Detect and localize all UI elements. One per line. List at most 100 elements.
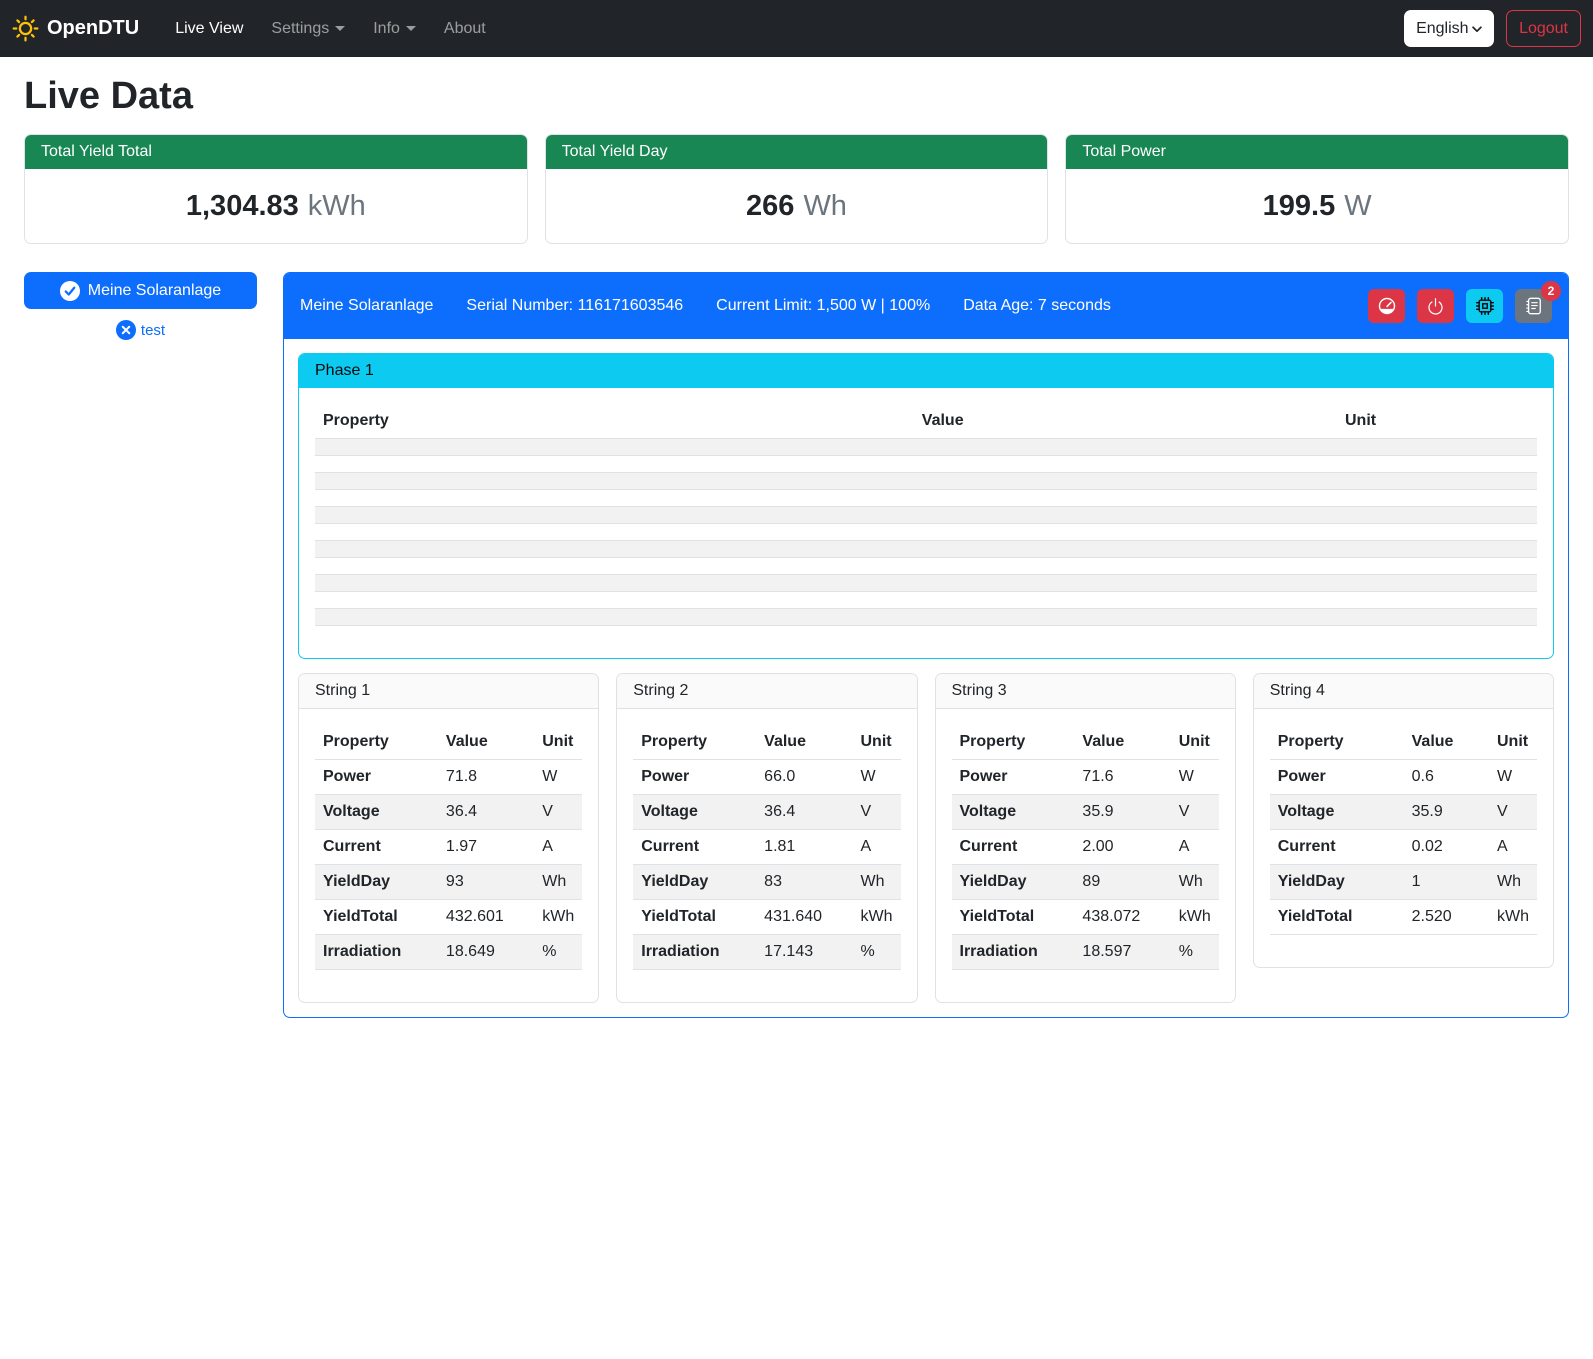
value-cell: 35.9 xyxy=(1074,795,1170,830)
table-row: Voltage 36.4 V xyxy=(633,795,900,830)
unit-cell: % xyxy=(534,935,582,970)
table-header-row: Property Value Unit xyxy=(315,404,1537,439)
unit-cell: A xyxy=(1489,830,1537,865)
logout-button[interactable]: Logout xyxy=(1506,10,1581,47)
value-cell xyxy=(914,507,1337,524)
table-row: YieldTotal 2.520 kWh xyxy=(1270,900,1537,935)
chevron-down-icon xyxy=(1470,22,1484,36)
string-table: Property Value Unit xyxy=(952,725,1219,970)
value-cell xyxy=(914,524,1337,541)
property-cell: Voltage xyxy=(633,795,756,830)
value-cell: 89 xyxy=(1074,865,1170,900)
language-select[interactable]: English xyxy=(1404,10,1494,47)
table-row: Voltage 35.9 V xyxy=(1270,795,1537,830)
property-cell: Current xyxy=(1270,830,1404,865)
value-cell xyxy=(914,592,1337,609)
unit-cell: W xyxy=(1171,760,1219,795)
table-row: YieldDay 89 Wh xyxy=(952,865,1219,900)
summary-card-title: Total Yield Total xyxy=(25,135,527,169)
property-cell: Power xyxy=(1270,760,1404,795)
unit-cell: A xyxy=(853,830,901,865)
table-header-row: Property Value Unit xyxy=(1270,725,1537,760)
column-header-unit: Unit xyxy=(534,725,582,760)
limit-settings-button[interactable] xyxy=(1368,289,1405,323)
summary-card-title: Total Yield Day xyxy=(546,135,1048,169)
summary-card-body: 1,304.83 kWh xyxy=(25,169,527,243)
unit-cell: Wh xyxy=(534,865,582,900)
property-cell xyxy=(315,592,914,609)
summary-card: Total Yield Day 266 Wh xyxy=(545,134,1049,244)
summary-card-title: Total Power xyxy=(1066,135,1568,169)
value-cell: 431.640 xyxy=(756,900,852,935)
sidebar-item-unselected-inverter[interactable]: test xyxy=(24,320,257,340)
unit-cell: % xyxy=(853,935,901,970)
value-cell: 18.597 xyxy=(1074,935,1170,970)
string-card: String 1 Property Value Unit xyxy=(298,673,599,1003)
property-cell xyxy=(315,456,914,473)
nav-item-info[interactable]: Info xyxy=(359,12,430,46)
unit-cell: A xyxy=(1171,830,1219,865)
device-info-button[interactable] xyxy=(1466,289,1503,323)
unit-cell: kWh xyxy=(1489,900,1537,935)
string-card: String 2 Property Value Unit xyxy=(616,673,917,1003)
nav-item-about[interactable]: About xyxy=(430,12,500,46)
value-cell xyxy=(914,439,1337,456)
column-header-unit: Unit xyxy=(1337,404,1537,439)
value-cell: 438.072 xyxy=(1074,900,1170,935)
event-log-button[interactable]: 2 xyxy=(1515,289,1552,323)
brand-label: OpenDTU xyxy=(47,17,139,40)
property-cell: YieldDay xyxy=(315,865,438,900)
table-row: Current 1.81 A xyxy=(633,830,900,865)
unit-cell xyxy=(1337,456,1537,473)
property-cell xyxy=(315,541,914,558)
unit-cell xyxy=(1337,490,1537,507)
unit-cell xyxy=(1337,473,1537,490)
nav-item-settings[interactable]: Settings xyxy=(257,12,359,46)
property-cell: Irradiation xyxy=(315,935,438,970)
value-cell: 36.4 xyxy=(438,795,534,830)
unit-cell xyxy=(1337,507,1537,524)
sidebar-selected-label: Meine Solaranlage xyxy=(88,282,221,300)
power-button[interactable] xyxy=(1417,289,1454,323)
column-header-property: Property xyxy=(952,725,1075,760)
table-row xyxy=(315,507,1537,524)
brand[interactable]: OpenDTU xyxy=(12,15,139,42)
unit-cell xyxy=(1337,575,1537,592)
cpu-icon xyxy=(1475,296,1495,316)
unit-cell xyxy=(1337,592,1537,609)
property-cell: YieldTotal xyxy=(952,900,1075,935)
strings-row: String 1 Property Value Unit xyxy=(298,673,1554,1003)
unit-cell: W xyxy=(853,760,901,795)
table-row: Current 2.00 A xyxy=(952,830,1219,865)
column-header-value: Value xyxy=(438,725,534,760)
value-cell xyxy=(914,456,1337,473)
summary-card-unit: Wh xyxy=(803,190,847,223)
value-cell: 83 xyxy=(756,865,852,900)
table-header-row: Property Value Unit xyxy=(633,725,900,760)
unit-cell: V xyxy=(1171,795,1219,830)
table-row: YieldTotal 431.640 kWh xyxy=(633,900,900,935)
sidebar-item-selected-inverter[interactable]: Meine Solaranlage xyxy=(24,272,257,309)
property-cell: YieldTotal xyxy=(633,900,756,935)
string-table: Property Value Unit xyxy=(1270,725,1537,935)
summary-card-body: 199.5 W xyxy=(1066,169,1568,243)
page-title: Live Data xyxy=(24,75,1569,118)
phase-card: Phase 1 Property Value Unit xyxy=(298,353,1554,659)
column-header-value: Value xyxy=(756,725,852,760)
value-cell: 0.02 xyxy=(1404,830,1489,865)
table-row xyxy=(315,473,1537,490)
inverter-data-age: Data Age: 7 seconds xyxy=(963,297,1111,315)
unit-cell xyxy=(1337,439,1537,456)
summary-card-value: 1,304.83 xyxy=(186,190,299,223)
table-row: Power 71.6 W xyxy=(952,760,1219,795)
value-cell: 1.97 xyxy=(438,830,534,865)
table-row: Voltage 35.9 V xyxy=(952,795,1219,830)
x-circle-icon xyxy=(116,320,136,340)
property-cell xyxy=(315,439,914,456)
nav-item-live-view[interactable]: Live View xyxy=(161,12,257,46)
value-cell xyxy=(914,575,1337,592)
value-cell: 93 xyxy=(438,865,534,900)
property-cell xyxy=(315,609,914,626)
value-cell: 17.143 xyxy=(756,935,852,970)
property-cell: Voltage xyxy=(952,795,1075,830)
